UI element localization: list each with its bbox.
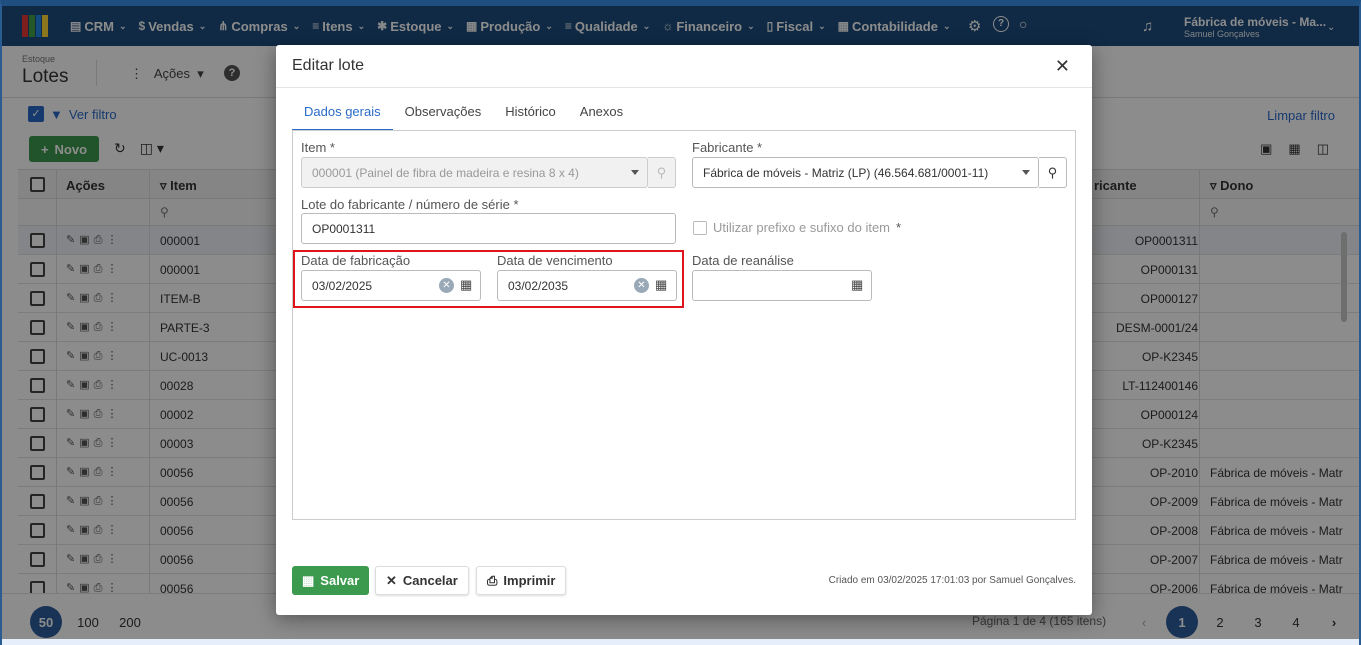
clear-date-icon[interactable]: ✕ xyxy=(634,278,649,293)
print-button[interactable]: ⎙ Imprimir xyxy=(476,566,567,595)
tab-2[interactable]: Histórico xyxy=(493,101,568,131)
manufacture-date-label: Data de fabricação xyxy=(301,253,411,268)
printer-icon: ⎙ xyxy=(487,572,498,588)
dialog-title: Editar lote xyxy=(292,57,365,74)
reanalysis-date-input[interactable] xyxy=(692,270,872,301)
expiration-date-input[interactable]: 03/02/2035 xyxy=(497,270,677,301)
calendar-icon[interactable]: ▦ xyxy=(851,277,863,293)
manufacture-date-value: 03/02/2025 xyxy=(312,278,373,293)
lot-number-value: OP0001311 xyxy=(312,221,376,236)
dialog-header: Editar lote ✕ xyxy=(276,45,1092,88)
manufacturer-value: Fábrica de móveis - Matriz (LP) (46.564.… xyxy=(703,165,989,180)
bottom-strip xyxy=(2,639,1359,645)
tab-0[interactable]: Dados gerais xyxy=(292,101,393,131)
save-button-label: Salvar xyxy=(320,573,360,588)
manufacture-date-input[interactable]: 03/02/2025 xyxy=(301,270,481,301)
cancel-button[interactable]: ✕ Cancelar xyxy=(375,566,469,595)
cancel-button-label: Cancelar xyxy=(402,573,458,588)
save-button[interactable]: ▦ Salvar xyxy=(292,566,370,595)
close-icon[interactable]: ✕ xyxy=(1055,56,1070,77)
item-label: Item * xyxy=(301,140,335,155)
item-select: 000001 (Painel de fibra de madeira e res… xyxy=(301,157,648,188)
expiration-date-value: 03/02/2035 xyxy=(508,278,569,293)
lot-label: Lote do fabricante / número de série * xyxy=(301,197,519,212)
general-data-panel: Item * 000001 (Painel de fibra de madeir… xyxy=(292,130,1076,520)
manufacturer-label: Fabricante * xyxy=(692,140,763,155)
print-button-label: Imprimir xyxy=(503,573,556,588)
tab-1[interactable]: Observações xyxy=(393,101,494,131)
manufacturer-search-icon[interactable]: ⚲ xyxy=(1039,157,1067,188)
manufacturer-select[interactable]: Fábrica de móveis - Matriz (LP) (46.564.… xyxy=(692,157,1039,188)
dialog-tabs: Dados gerais Observações Histórico Anexos xyxy=(292,101,635,131)
calendar-icon[interactable]: ▦ xyxy=(460,277,472,293)
tab-3[interactable]: Anexos xyxy=(568,101,635,131)
dropdown-arrow-icon xyxy=(631,170,639,175)
expiration-date-label: Data de vencimento xyxy=(497,253,613,268)
app-window: ▤ CRM ⌄ $ Vendas ⌄ ⋔ Compras ⌄ ≡ Itens ⌄ ✱ Estoque ⌄ ▦ P… xyxy=(0,0,1361,645)
edit-lot-dialog: Editar lote ✕ Dados gerais Observações His… xyxy=(276,45,1092,615)
dropdown-arrow-icon xyxy=(1022,170,1030,175)
item-search-icon: ⚲ xyxy=(648,157,676,188)
calendar-icon[interactable]: ▦ xyxy=(655,277,667,293)
created-info: Criado em 03/02/2025 17:01:03 por Samuel… xyxy=(828,575,1076,586)
checkbox-box[interactable] xyxy=(693,220,707,235)
reanalysis-date-label: Data de reanálise xyxy=(692,253,794,268)
close-icon: ✕ xyxy=(386,572,397,588)
clear-date-icon[interactable]: ✕ xyxy=(439,278,454,293)
use-prefix-label: Utilizar prefixo e sufixo do item xyxy=(713,220,891,235)
required-marker: * xyxy=(896,220,902,235)
use-prefix-checkbox[interactable]: Utilizar prefixo e sufixo do item * xyxy=(693,220,901,235)
save-icon: ▦ xyxy=(302,572,315,588)
lot-number-input[interactable]: OP0001311 xyxy=(301,213,676,244)
item-value: 000001 (Painel de fibra de madeira e res… xyxy=(312,165,579,180)
